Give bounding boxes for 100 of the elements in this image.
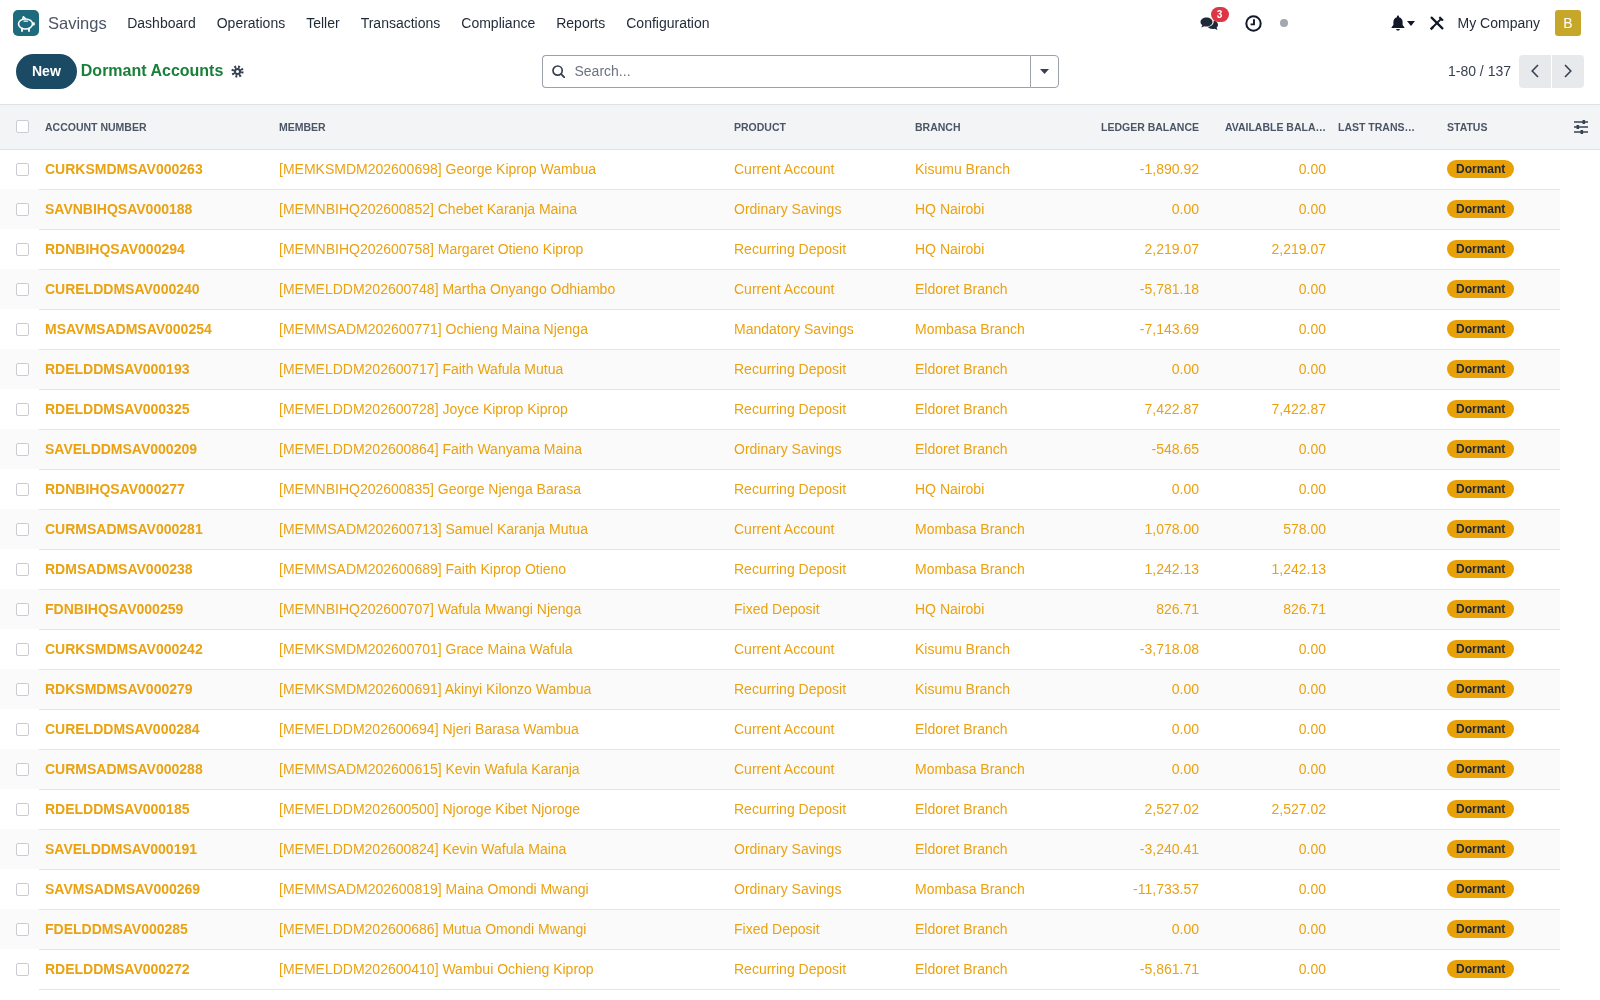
table-cell: Recurring Deposit [728,469,909,509]
status-badge: Dormant [1447,280,1515,298]
column-header[interactable]: PRODUCT [728,105,909,149]
tools-icon[interactable] [1428,15,1445,31]
table-cell: SAVELDDMSAV000209 [39,429,273,469]
column-header[interactable]: MEMBER [273,105,728,149]
table-cell: Ordinary Savings [728,429,909,469]
notifications-button[interactable] [1390,15,1415,31]
checkbox[interactable] [16,402,29,416]
status-badge: Dormant [1447,960,1515,978]
status-dot-icon [1279,19,1288,27]
table-cell: Mombasa Branch [909,309,1060,349]
table-cell: Recurring Deposit [728,349,909,389]
checkbox[interactable] [16,842,29,856]
table-cell: HQ Nairobi [909,469,1060,509]
table-cell: [MEMKSMDM202600698] George Kiprop Wambua [273,149,728,189]
checkbox[interactable] [16,602,29,616]
table-cell: Kisumu Branch [909,629,1060,669]
table-cell: Current Account [728,749,909,789]
table-cell: 1,242.13 [1205,549,1332,589]
checkbox[interactable] [16,362,29,376]
table-cell: SAVELDDMSAV000191 [39,829,273,869]
status-badge: Dormant [1447,320,1515,338]
table-cell: Current Account [728,709,909,749]
column-header[interactable]: ACCOUNT NUMBER [39,105,273,149]
checkbox[interactable] [16,962,29,976]
table-cell: 0.00 [1205,349,1332,389]
caret-icon [1406,20,1415,26]
search-field[interactable]: Search... [541,54,1030,88]
table-cell: -1,890.92 [1060,149,1205,189]
status-badge: Dormant [1447,760,1515,778]
menu-item[interactable]: Teller [295,0,351,46]
checkbox[interactable] [16,762,29,776]
menu-item[interactable]: Dashboard [116,0,207,46]
status-badge: Dormant [1447,680,1515,698]
gear-icon[interactable] [231,64,245,78]
menu-item[interactable]: Operations [206,0,296,46]
menu-item[interactable]: Transactions [350,0,451,46]
column-header[interactable]: STATUS [1441,105,1560,149]
table-cell: Current Account [728,629,909,669]
column-header[interactable]: BRANCH [909,105,1060,149]
table-cell: [MEMMSADM202600819] Maina Omondi Mwangi [273,869,728,909]
chevron-left-icon [1531,64,1539,78]
table-cell: [MEMNBIHQ202600852] Chebet Karanja Maina [273,189,728,229]
checkbox[interactable] [16,802,29,816]
table-cell: Fixed Deposit [728,589,909,629]
chevron-right-icon [1564,64,1572,78]
status-badge: Dormant [1447,800,1515,818]
table-cell: [MEMELDDM202600824] Kevin Wafula Maina [273,829,728,869]
checkbox[interactable] [16,682,29,696]
company-switcher[interactable]: My Company [1457,15,1540,31]
menu-item[interactable]: Reports [545,0,616,46]
piggy-bank-icon[interactable] [13,10,39,36]
table-cell: -5,861.71 [1060,949,1205,989]
table-cell: Recurring Deposit [728,229,909,269]
checkbox[interactable] [16,442,29,456]
table-cell: Recurring Deposit [728,789,909,829]
table-cell: RDNBIHQSAV000294 [39,229,273,269]
checkbox[interactable] [16,642,29,656]
previous-button[interactable] [1519,54,1551,88]
next-button[interactable] [1552,54,1584,88]
column-header[interactable]: LEDGER BALANCE [1060,105,1205,149]
sliders-icon[interactable] [1574,119,1588,134]
checkbox[interactable] [16,722,29,736]
menu-item[interactable]: Compliance [450,0,546,46]
checkbox[interactable] [16,522,29,536]
checkbox[interactable] [16,242,29,256]
checkbox[interactable] [16,282,29,296]
app-name[interactable]: Savings [48,13,107,33]
table-cell: 0.00 [1205,469,1332,509]
table-cell: [MEMELDDM202600686] Mutua Omondi Mwangi [273,909,728,949]
checkbox[interactable] [16,922,29,936]
table-cell: 0.00 [1205,149,1332,189]
chat-icon[interactable] [1199,16,1218,30]
column-header[interactable]: AVAILABLE BALA… [1205,105,1332,149]
table-cell: HQ Nairobi [909,589,1060,629]
table-cell: 0.00 [1205,749,1332,789]
clock-icon[interactable] [1244,14,1262,32]
table-cell: [MEMELDDM202600864] Faith Wanyama Maina [273,429,728,469]
table-cell: Recurring Deposit [728,949,909,989]
new-button[interactable]: New [16,53,77,89]
table-cell: 2,219.07 [1205,229,1332,269]
search-options-button[interactable] [1029,54,1059,88]
pager-value[interactable]: 1-80 / 137 [1447,63,1511,79]
checkbox[interactable] [16,162,29,176]
checkbox[interactable] [16,562,29,576]
checkbox[interactable] [16,322,29,336]
table-cell: Fixed Deposit [728,909,909,949]
checkbox[interactable] [16,120,29,134]
checkbox[interactable] [16,202,29,216]
table-cell: [MEMELDDM202600694] Njeri Barasa Wambua [273,709,728,749]
status-badge: Dormant [1447,920,1515,938]
column-header[interactable]: LAST TRANS… [1332,105,1441,149]
table-cell: [MEMNBIHQ202600707] Wafula Mwangi Njenga [273,589,728,629]
table-cell: Mombasa Branch [909,549,1060,589]
checkbox[interactable] [16,882,29,896]
checkbox[interactable] [16,482,29,496]
bell-icon [1390,15,1405,31]
menu-item[interactable]: Configuration [615,0,721,46]
table-cell: Ordinary Savings [728,869,909,909]
